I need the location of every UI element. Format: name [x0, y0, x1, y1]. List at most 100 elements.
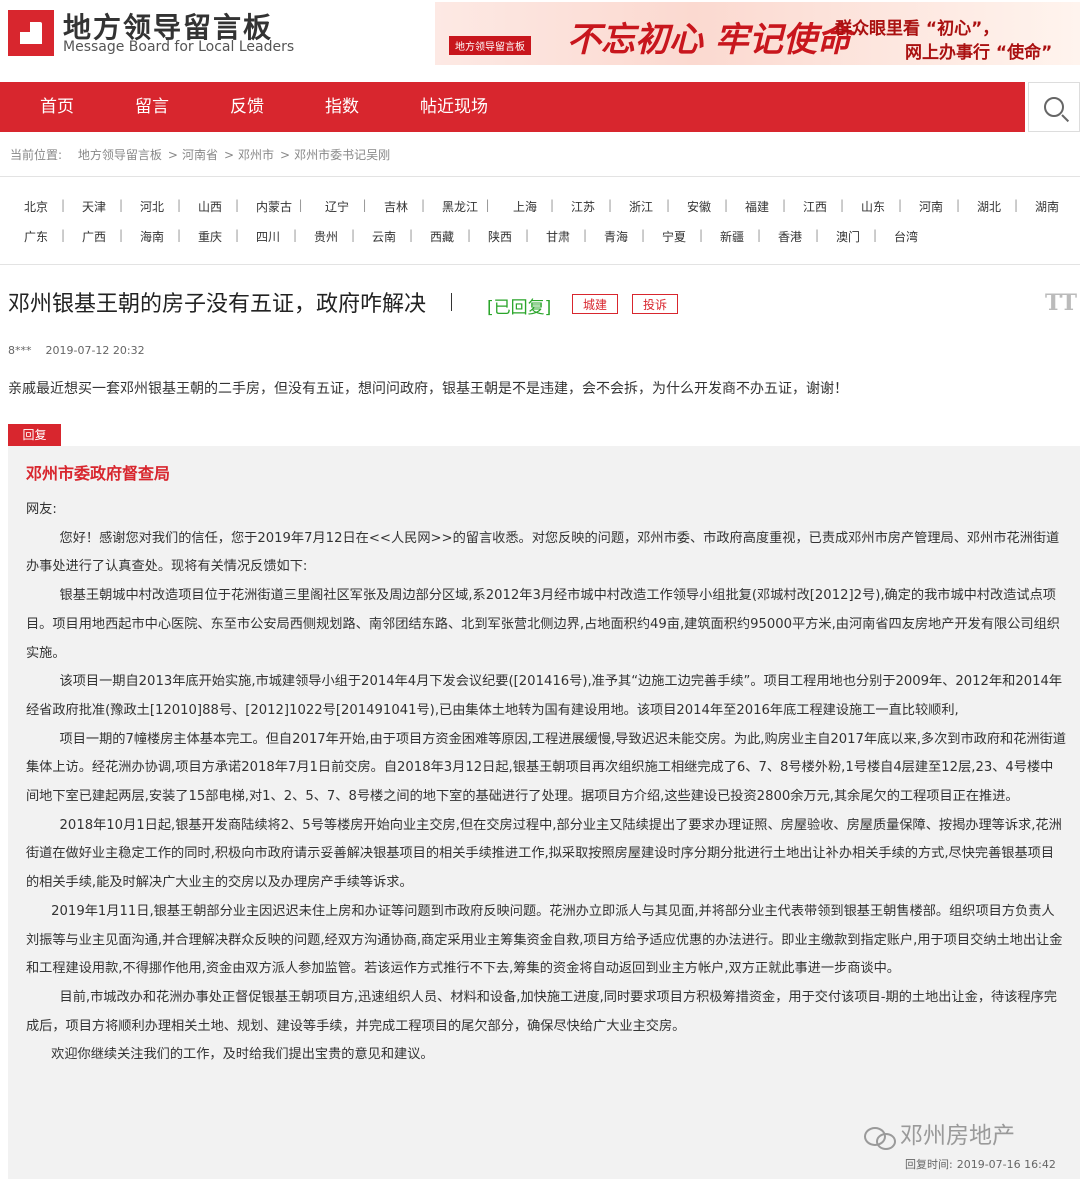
reply-organization: 邓州市委政府督查局 — [26, 464, 171, 483]
province-separator: | — [873, 228, 878, 242]
province-link[interactable]: 贵州 — [314, 228, 338, 245]
province-link[interactable]: 宁夏 — [662, 228, 686, 245]
province-separator: | — [525, 228, 530, 242]
breadcrumb-item[interactable]: 邓州市 — [238, 148, 274, 162]
province-separator: | — [782, 198, 787, 212]
province-link[interactable]: 湖南 — [1035, 198, 1059, 215]
province-link[interactable]: 澳门 — [836, 228, 860, 245]
tag-urban-construction[interactable]: 城建 — [572, 294, 618, 314]
province-link[interactable]: 台湾 — [894, 228, 918, 245]
province-link[interactable]: 河南 — [919, 198, 943, 215]
reply-paragraph: 目前,市城改办和花洲办事处正督促银基王朝项目方,迅速组织人员、材料和设备,加快施… — [26, 989, 1057, 1034]
tag-complaint[interactable]: 投诉 — [632, 294, 678, 314]
province-separator: | — [467, 228, 472, 242]
province-separator: | — [119, 198, 124, 212]
province-separator: | — [177, 198, 182, 212]
province-link[interactable]: 香港 — [778, 228, 802, 245]
province-separator: | — [550, 198, 555, 212]
reply-body: 网友: 您好！感谢您对我们的信任，您于2019年7月12日在<<人民网>>的留言… — [26, 496, 1066, 1070]
reply-paragraph: 2019年1月11日,银基王朝部分业主因迟迟未住上房和办证等问题到市政府反映问题… — [26, 903, 1063, 977]
banner-small-logo: 地方领导留言板 — [449, 36, 531, 55]
province-link[interactable]: 湖北 — [977, 198, 1001, 215]
province-separator: | — [608, 198, 613, 212]
banner-ad[interactable]: 地方领导留言板 不忘初心 牢记使命 群众眼里看 “初心”， 网上办事行 “使命” — [435, 2, 1080, 65]
nav-messages[interactable]: 留言 — [135, 82, 169, 132]
province-separator: | — [119, 228, 124, 242]
font-size-icon[interactable]: TT — [1045, 290, 1077, 316]
province-separator: | — [1014, 198, 1019, 212]
main-nav: 首页 留言 反馈 指数 帖近现场 — [0, 82, 1025, 132]
province-link[interactable]: 重庆 — [198, 228, 222, 245]
province-link[interactable]: 广东 — [24, 228, 48, 245]
province-link[interactable]: 上海 — [513, 198, 537, 215]
province-link[interactable]: 黑龙江 — [442, 198, 478, 215]
breadcrumb-item[interactable]: 河南省 — [182, 148, 218, 162]
province-link[interactable]: 天津 — [82, 198, 106, 215]
province-link[interactable]: 陕西 — [488, 228, 512, 245]
province-link[interactable]: 甘肃 — [546, 228, 570, 245]
province-link[interactable]: 广西 — [82, 228, 106, 245]
province-separator: | — [898, 198, 903, 212]
divider — [0, 264, 1080, 265]
province-link[interactable]: 河北 — [140, 198, 164, 215]
province-link[interactable]: 辽宁 — [325, 198, 349, 215]
nav-feedback[interactable]: 反馈 — [230, 82, 264, 132]
province-separator: | — [641, 228, 646, 242]
province-link[interactable]: 吉林 — [384, 198, 408, 215]
title-divider — [451, 293, 452, 311]
province-separator: | — [235, 228, 240, 242]
province-link[interactable]: 内蒙古 — [256, 198, 292, 215]
nav-index[interactable]: 指数 — [325, 82, 359, 132]
search-button[interactable] — [1028, 82, 1080, 132]
post-meta: 8*** 2019-07-12 20:32 — [8, 344, 145, 357]
site-logo-icon[interactable] — [8, 10, 54, 56]
reply-time: 回复时间: 2019-07-16 16:42 — [905, 1156, 1056, 1172]
nav-home[interactable]: 首页 — [40, 82, 74, 132]
province-link[interactable]: 北京 — [24, 198, 48, 215]
reply-paragraph: 2018年10月1日起,银基开发商陆续将2、5号等楼房开始向业主交房,但在交房过… — [26, 817, 1062, 891]
reply-time-value: 2019-07-16 16:42 — [956, 1158, 1056, 1171]
province-link[interactable]: 云南 — [372, 228, 396, 245]
province-separator: | — [757, 228, 762, 242]
province-separator: | — [485, 198, 490, 212]
province-link[interactable]: 浙江 — [629, 198, 653, 215]
province-link[interactable]: 四川 — [256, 228, 280, 245]
wechat-icon — [862, 1124, 900, 1150]
breadcrumb-separator: > — [223, 148, 235, 162]
province-link[interactable]: 海南 — [140, 228, 164, 245]
province-link[interactable]: 江苏 — [571, 198, 595, 215]
reply-greeting: 网友: — [26, 502, 57, 517]
province-link[interactable]: 青海 — [604, 228, 628, 245]
province-link[interactable]: 福建 — [745, 198, 769, 215]
post-date: 2019-07-12 20:32 — [45, 344, 145, 357]
province-separator: | — [61, 228, 66, 242]
breadcrumb-prefix: 当前位置: — [10, 148, 63, 162]
province-separator: | — [362, 198, 367, 212]
province-link[interactable]: 新疆 — [720, 228, 744, 245]
reply-paragraph: 银基王朝城中村改造项目位于花洲街道三里阁社区军张及周边部分区域,系2012年3月… — [26, 588, 1060, 661]
province-separator: | — [177, 228, 182, 242]
banner-line-1: 群众眼里看 “初心”， — [835, 19, 1000, 39]
breadcrumb-item[interactable]: 邓州市委书记吴刚 — [294, 148, 390, 162]
province-separator: | — [421, 198, 426, 212]
post-author: 8*** — [8, 344, 32, 357]
province-separator: | — [666, 198, 671, 212]
breadcrumb-item[interactable]: 地方领导留言板 — [78, 148, 162, 162]
province-link[interactable]: 山东 — [861, 198, 885, 215]
province-separator: | — [235, 198, 240, 212]
province-link[interactable]: 江西 — [803, 198, 827, 215]
province-link[interactable]: 安徽 — [687, 198, 711, 215]
watermark: 邓州房地产 — [862, 1116, 1015, 1150]
breadcrumb: 当前位置: 地方领导留言板 > 河南省 > 邓州市 > 邓州市委书记吴刚 — [10, 146, 392, 163]
province-separator: | — [724, 198, 729, 212]
nav-onsite[interactable]: 帖近现场 — [420, 82, 488, 132]
reply-label: 回复 — [8, 424, 61, 446]
province-separator: | — [298, 198, 303, 212]
header: 地方领导留言板 Message Board for Local Leaders … — [0, 0, 1080, 80]
reply-paragraph: 该项目一期自2013年底开始实施,市城建领导小组于2014年4月下发会议纪要([… — [26, 674, 1063, 718]
province-separator: | — [409, 228, 414, 242]
province-link[interactable]: 西藏 — [430, 228, 454, 245]
province-link[interactable]: 山西 — [198, 198, 222, 215]
divider — [0, 176, 1080, 177]
province-separator: | — [699, 228, 704, 242]
